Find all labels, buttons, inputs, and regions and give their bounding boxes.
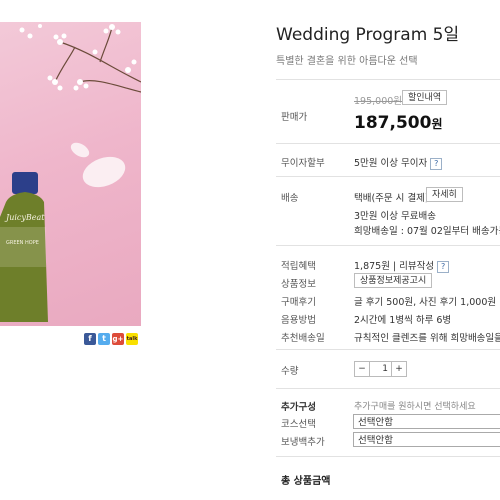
quantity-decrease-button[interactable]: − (355, 362, 369, 376)
cooler-bag-label: 보냉백추가 (281, 437, 325, 448)
course-select[interactable]: 선택안함 (353, 414, 500, 429)
shipping-label: 배송 (281, 193, 299, 204)
recommended-delivery-label: 추천배송일 (281, 333, 325, 344)
divider (276, 388, 500, 389)
help-icon[interactable]: ? (430, 157, 443, 170)
google-plus-icon[interactable]: g+ (112, 333, 124, 345)
price-label: 판매가 (281, 112, 308, 123)
product-title: Wedding Program 5일 (276, 25, 460, 45)
kakaotalk-icon[interactable]: talk (126, 333, 138, 345)
desired-delivery-text: 희망배송일 : 07월 02일부터 배송가능( (354, 226, 500, 237)
divider (276, 456, 500, 457)
divider (276, 176, 500, 177)
bottle-subtext: GREEN HOPE (6, 240, 39, 246)
discount-detail-button[interactable]: 할인내역 (402, 90, 448, 105)
reward-value: 1,875원 | 리뷰작성? (354, 258, 450, 273)
final-price-amount: 187,500 (354, 113, 432, 133)
course-select-label: 코스선택 (281, 419, 316, 430)
product-photo-graphic: JuicyBeat GREEN HOPE (0, 24, 141, 322)
divider (276, 143, 500, 144)
installment-text: 5만원 이상 무이자 (354, 158, 428, 169)
recommended-delivery-value: 규칙적인 클렌즈를 위해 희망배송일을 (354, 333, 500, 344)
quantity-increase-button[interactable]: + (392, 362, 406, 376)
twitter-icon[interactable]: t (98, 333, 110, 345)
divider (276, 349, 500, 350)
divider (276, 79, 500, 80)
bottle-brand-text: JuicyBeat (4, 213, 45, 222)
original-price: 195,000원 (354, 96, 403, 107)
divider (276, 245, 500, 246)
product-subtitle: 특별한 결혼을 위한 아름다운 선택 (276, 56, 418, 67)
help-icon[interactable]: ? (437, 260, 450, 273)
additional-options-hint: 추가구매를 원하시면 선택하세요 (354, 402, 476, 412)
additional-options-label: 추가구성 (281, 402, 316, 413)
product-image: JuicyBeat GREEN HOPE (0, 22, 141, 326)
final-price-unit: 원 (431, 117, 443, 131)
facebook-icon[interactable]: f (84, 333, 96, 345)
review-label: 구매후기 (281, 297, 316, 308)
installment-value: 5만원 이상 무이자? (354, 155, 443, 170)
quantity-stepper: − 1 + (354, 361, 407, 377)
shipping-detail-button[interactable]: 자세히 (426, 187, 463, 202)
review-value: 글 후기 500원, 사진 후기 1,000원 (354, 297, 497, 308)
cooler-bag-select[interactable]: 선택안함 (353, 432, 500, 447)
usage-label: 음용방법 (281, 315, 316, 326)
final-price: 187,500원 (354, 113, 442, 133)
social-share-bar: f t g+ talk (84, 333, 138, 346)
quantity-label: 수량 (281, 366, 299, 377)
quantity-input[interactable]: 1 (369, 362, 392, 376)
free-shipping-text: 3만원 이상 무료배송 (354, 211, 437, 222)
usage-value: 2시간에 1병씩 하루 6병 (354, 315, 452, 326)
reward-text: 1,875원 | 리뷰작성 (354, 261, 435, 272)
reward-label: 적립혜택 (281, 261, 316, 272)
installment-label: 무이자할부 (281, 158, 325, 169)
total-price-label: 총 상품금액 (281, 476, 331, 487)
shipping-method: 택배(주문 시 결제) (354, 193, 429, 204)
product-info-label: 상품정보 (281, 279, 316, 290)
product-info-notice-button[interactable]: 상품정보제공고시 (354, 273, 433, 288)
